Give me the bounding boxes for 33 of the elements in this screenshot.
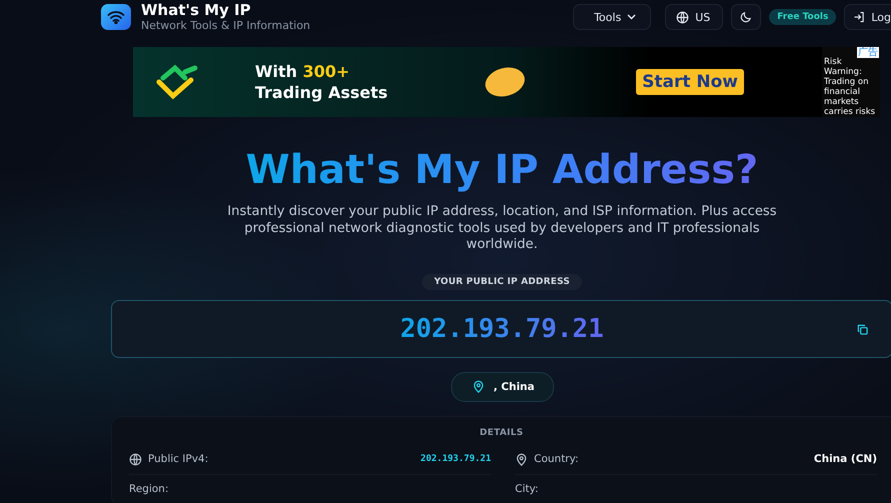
location-pin-icon	[472, 380, 484, 393]
site-subtitle: Network Tools & IP Information	[141, 18, 310, 32]
ad-banner[interactable]: With 300+ Trading Assets Start Now	[133, 47, 822, 117]
wifi-logo-icon	[101, 4, 131, 30]
theme-toggle-button[interactable]	[731, 4, 762, 30]
location-pin-icon	[515, 452, 528, 466]
detail-label: Region:	[129, 483, 168, 495]
site-title: What's My IP	[141, 2, 252, 18]
detail-label: Country:	[534, 453, 578, 465]
login-icon	[853, 11, 866, 23]
detail-label: City:	[515, 483, 538, 495]
ip-label: YOUR PUBLIC IP ADDRESS	[422, 274, 582, 290]
globe-icon	[129, 452, 142, 466]
login-button[interactable]: Log	[844, 4, 891, 30]
chevron-down-icon	[627, 14, 636, 20]
copy-icon	[857, 324, 868, 334]
free-tools-badge[interactable]: Free Tools	[769, 9, 836, 25]
moon-icon	[740, 11, 752, 23]
detail-value: 202.193.79.21	[420, 454, 491, 464]
ad-logo-icon	[155, 64, 199, 100]
detail-value: China (CN)	[814, 453, 877, 465]
ad-label: 广告	[857, 47, 879, 58]
tools-menu-button[interactable]: Tools	[573, 4, 652, 30]
details-heading: DETAILS	[478, 428, 524, 438]
copy-button[interactable]	[857, 324, 868, 334]
location-text: , China	[494, 380, 534, 392]
hero-description: Instantly discover your public IP address, location, and ISP information. Plus access professional network diagnostic tools used by developers and IT professionals worldwide.	[226, 204, 778, 254]
ad-headline: With 300+ Trading Assets	[255, 61, 389, 103]
detail-label: Public IPv4:	[148, 453, 208, 465]
globe-icon	[676, 10, 690, 24]
risk-warning-text: Risk Warning: Trading on financial markets carries risks	[824, 57, 876, 117]
start-now-button[interactable]: Start Now	[636, 69, 744, 95]
language-button[interactable]: US	[665, 4, 724, 30]
